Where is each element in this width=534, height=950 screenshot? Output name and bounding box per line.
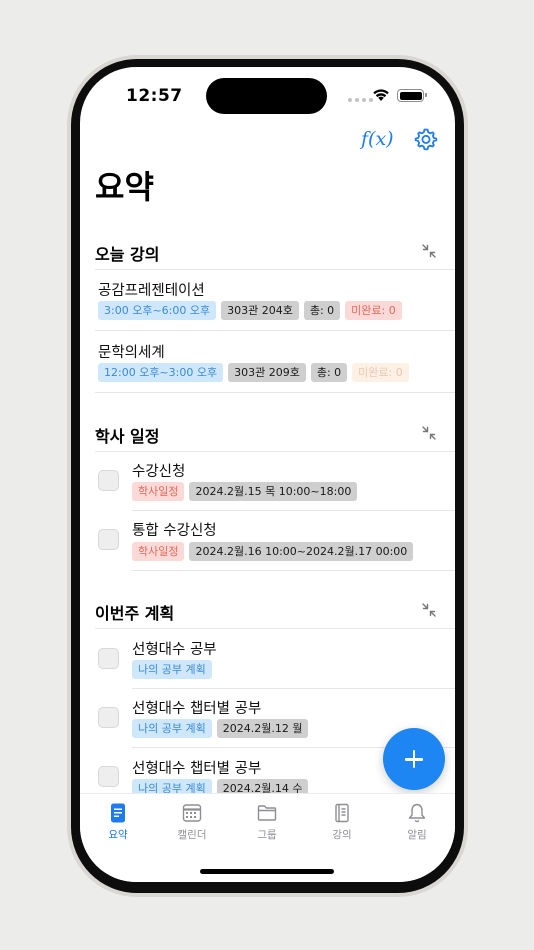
section-title: 이번주 계획 [95,604,175,623]
wifi-icon [373,89,389,101]
section-title: 오늘 강의 [95,245,160,264]
date-chip: 2024.2월.15 목 10:00~18:00 [189,482,358,501]
collapse-icon[interactable] [421,602,437,618]
tab-label: 강의 [332,829,352,841]
plan-title: 선형대수 공부 [132,642,217,658]
tag-chip: 학사일정 [132,542,185,561]
tab-label: 요약 [108,829,128,841]
tab-bar: 요약 캘린더 그룹 강의 알림 [80,793,455,882]
tab-label: 캘린더 [177,829,207,841]
page-title: 요약 [95,168,154,206]
total-chip: 총: 0 [310,363,348,382]
divider [95,269,455,270]
room-chip: 303관 204호 [221,301,299,320]
calendar-icon [182,804,202,822]
lecture-title: 문학의세계 [98,345,165,361]
section-title: 학사 일정 [95,427,160,446]
status-time: 12:57 [126,86,183,106]
tab-group[interactable]: 그룹 [237,802,297,842]
tag-chip: 나의 공부 계획 [132,719,212,738]
checkbox[interactable] [98,707,119,728]
collapse-icon[interactable] [421,425,437,441]
divider [132,688,455,689]
divider [95,330,455,331]
collapse-icon[interactable] [421,243,437,259]
divider [132,570,455,571]
summary-icon [111,803,125,823]
battery-icon [397,89,427,102]
tab-calendar[interactable]: 캘린더 [162,802,222,842]
lecture-title: 공감프레젠테이션 [98,283,205,299]
app-screen: 12:57 f(x) 요약 오늘 강의 공감프레젠테이션 3:00 오후~6:0… [80,67,455,882]
checkbox[interactable] [98,470,119,491]
section-header-academic: 학사 일정 [95,423,454,459]
tag-chip: 나의 공부 계획 [132,660,212,679]
incomplete-chip: 미완료: 0 [345,301,402,320]
folder-icon [257,805,277,821]
notebook-icon [335,803,349,823]
room-chip: 303관 209호 [228,363,306,382]
schedule-title: 통합 수강신청 [132,523,217,539]
home-indicator [200,869,334,874]
tag-chip: 학사일정 [132,482,185,501]
checkbox[interactable] [98,648,119,669]
signal-icon [348,98,373,102]
plan-title: 선형대수 챕터별 공부 [132,701,262,717]
divider [132,510,455,511]
total-chip: 총: 0 [303,301,341,320]
tab-summary[interactable]: 요약 [88,802,148,842]
time-chip: 3:00 오후~6:00 오후 [98,301,217,320]
schedule-title: 수강신청 [132,464,186,480]
dynamic-island [206,78,327,114]
date-chip: 2024.2월.12 월 [216,719,309,738]
formula-button[interactable]: f(x) [361,128,394,150]
divider [95,628,455,629]
section-header-today: 오늘 강의 [95,241,454,277]
section-header-weekly: 이번주 계획 [95,600,454,636]
divider [95,392,455,393]
divider [95,451,455,452]
tab-label: 그룹 [257,829,277,841]
time-chip: 12:00 오후~3:00 오후 [98,363,224,382]
add-button[interactable] [383,728,445,790]
checkbox[interactable] [98,766,119,787]
gear-icon[interactable] [414,127,438,151]
incomplete-chip: 미완료: 0 [352,363,409,382]
checkbox[interactable] [98,529,119,550]
tab-label: 알림 [407,829,427,841]
date-chip: 2024.2월.16 10:00~2024.2월.17 00:00 [189,542,414,561]
bell-icon [408,803,426,823]
tab-alerts[interactable]: 알림 [387,802,447,842]
tab-lecture[interactable]: 강의 [312,802,372,842]
plan-title: 선형대수 챕터별 공부 [132,761,262,777]
